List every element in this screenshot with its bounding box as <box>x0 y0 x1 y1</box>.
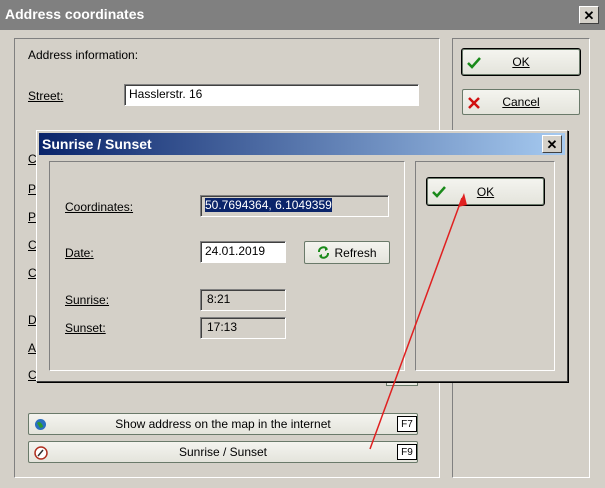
annotation-arrow <box>369 193 467 450</box>
arrow-head <box>458 193 467 207</box>
arrow-line <box>369 197 463 450</box>
